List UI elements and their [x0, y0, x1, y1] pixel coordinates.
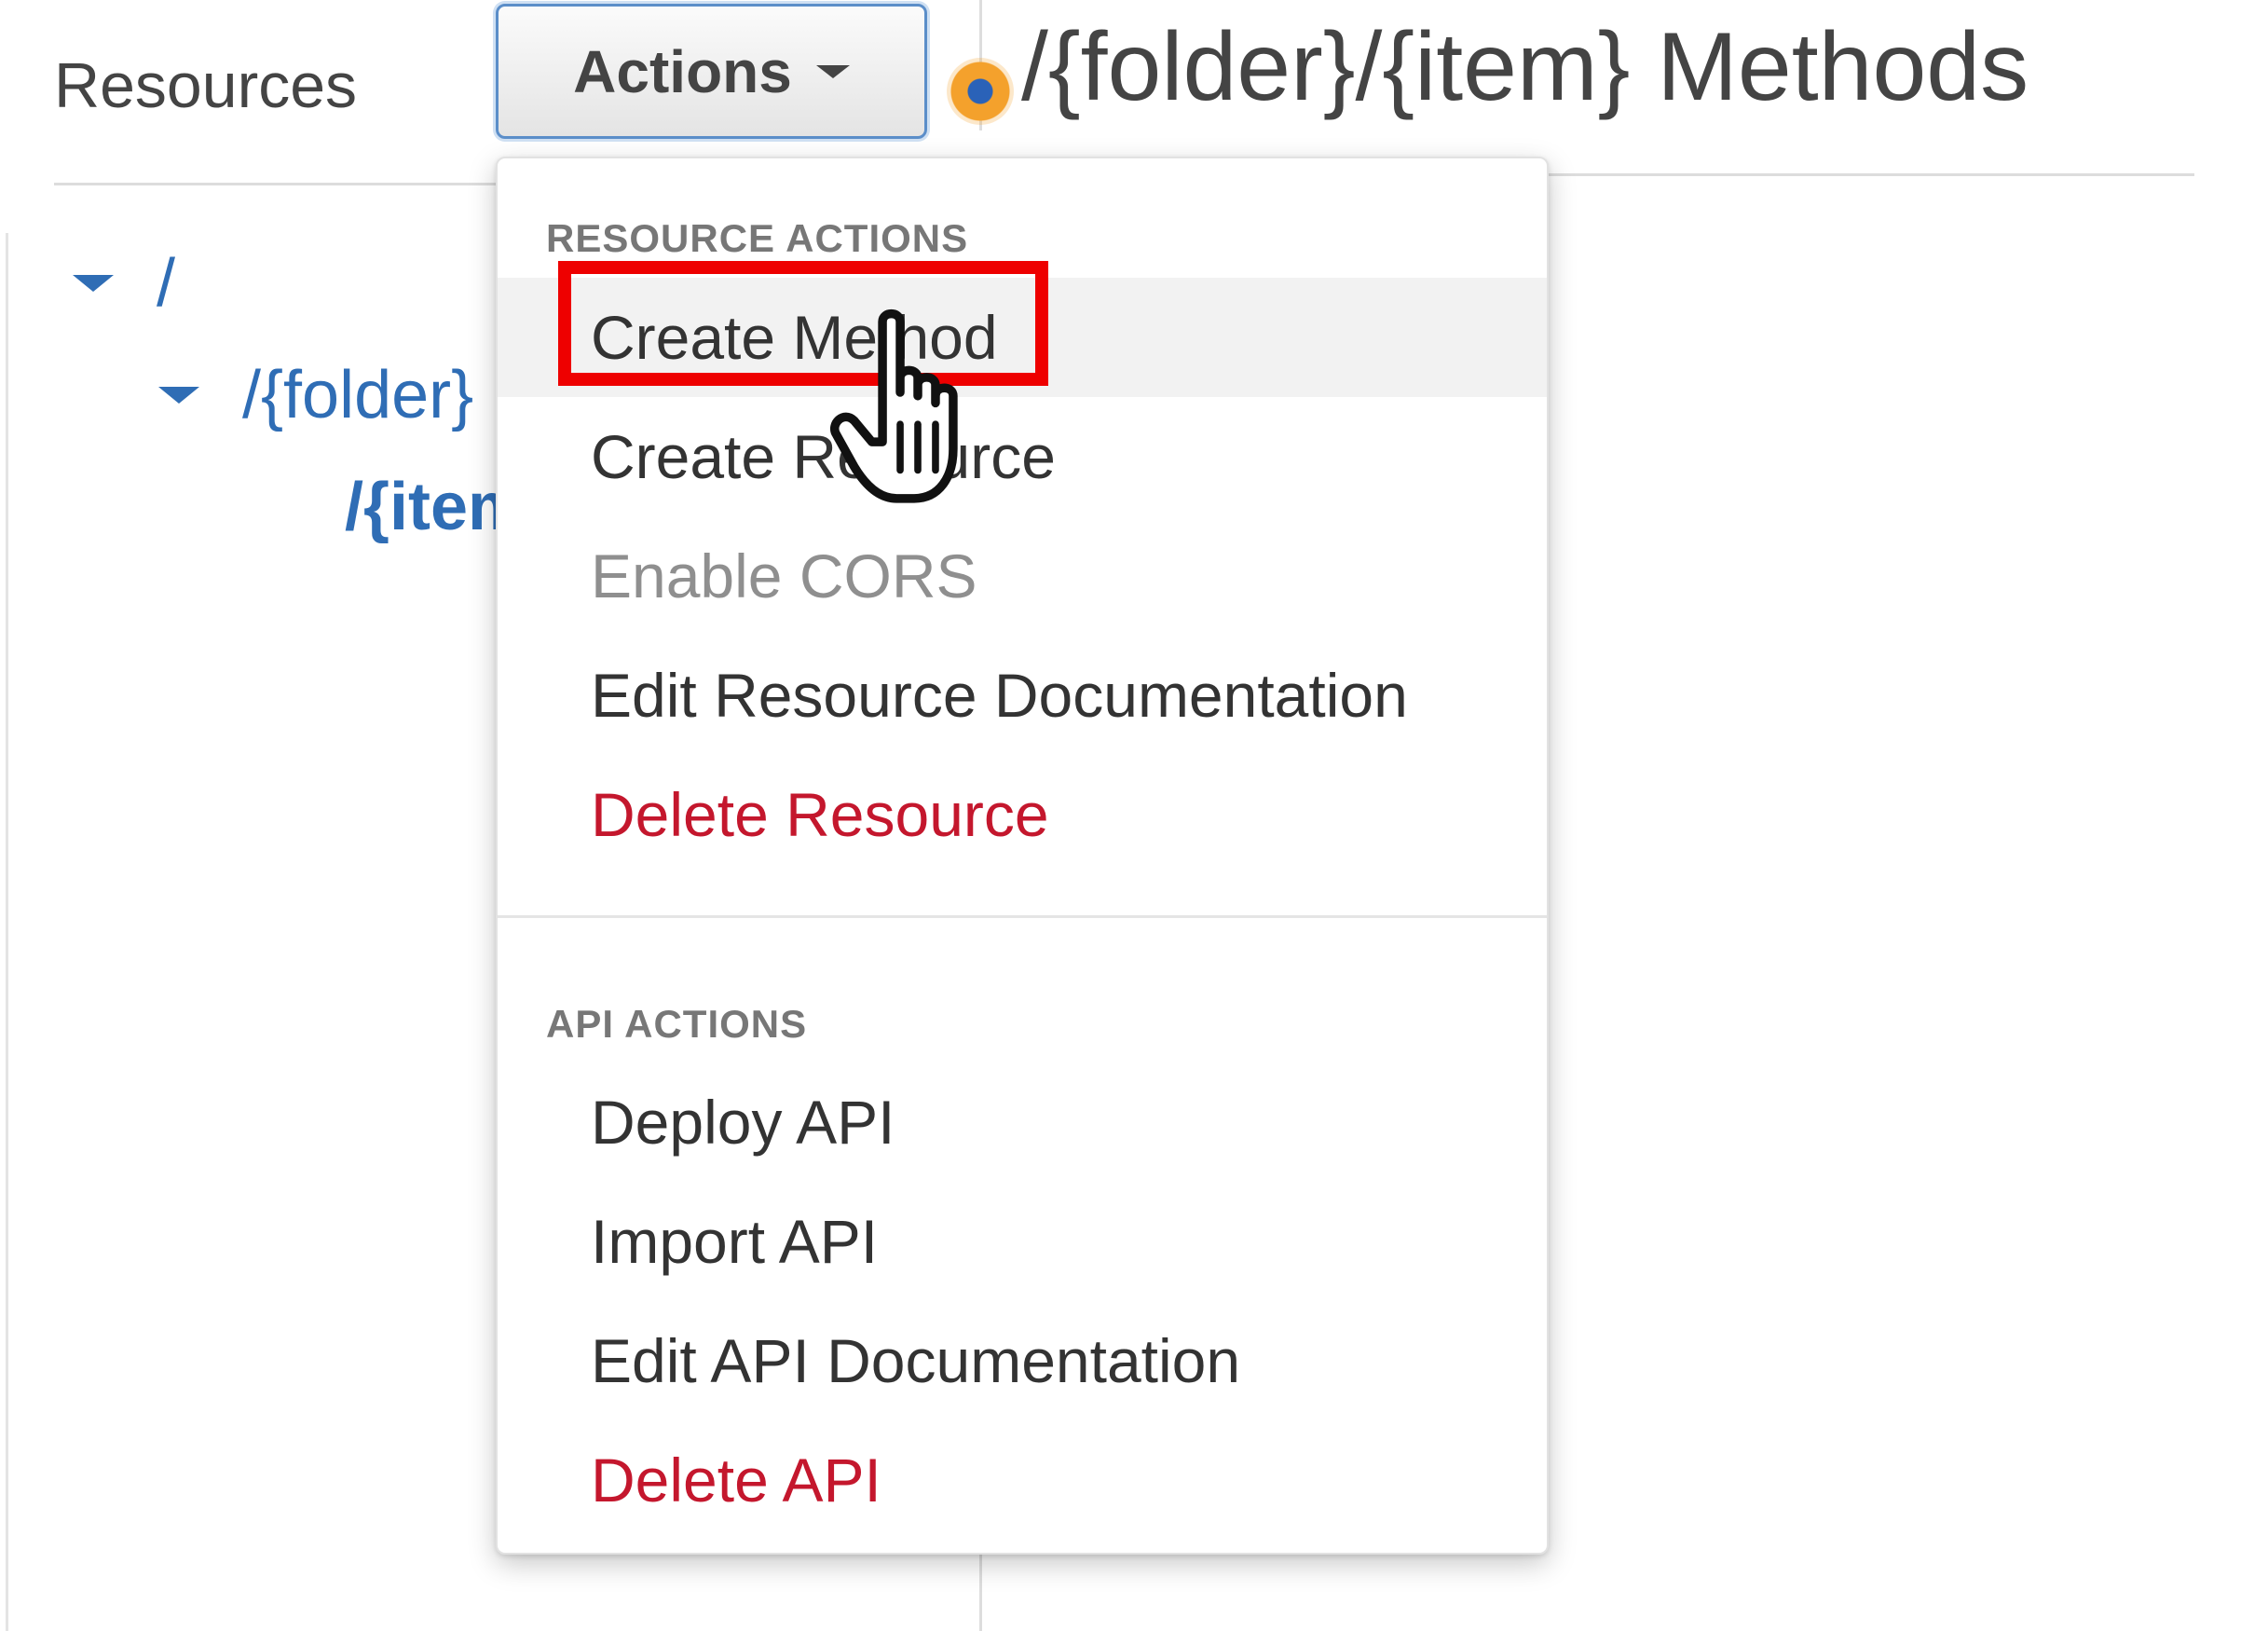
menu-section-header-api: API ACTIONS	[546, 1002, 808, 1046]
menu-item-enable-cors: Enable CORS	[498, 516, 1547, 636]
caret-down-icon	[815, 64, 850, 78]
actions-button-label: Actions	[573, 37, 792, 105]
menu-item-label: Edit Resource Documentation	[591, 661, 1408, 730]
actions-dropdown-button[interactable]: Actions	[496, 4, 927, 139]
menu-item-label: Delete API	[591, 1446, 881, 1514]
page-title: /{folder}/{item} Methods	[1021, 13, 2029, 121]
tree-item-label: /{folder}	[242, 358, 474, 432]
menu-section-header-resource: RESOURCE ACTIONS	[546, 216, 969, 260]
menu-item-create-resource[interactable]: Create Resource	[498, 397, 1547, 516]
api-gateway-resources-view: Resources / /{folder} /{item} Actions /{…	[0, 0, 2268, 1631]
status-dot-icon	[947, 58, 1014, 125]
menu-item-edit-resource-documentation[interactable]: Edit Resource Documentation	[498, 636, 1547, 755]
tree-item-root[interactable]: /	[73, 250, 175, 317]
menu-item-import-api[interactable]: Import API	[498, 1182, 1547, 1301]
menu-item-delete-api[interactable]: Delete API	[498, 1420, 1547, 1540]
tree-item-folder[interactable]: /{folder}	[158, 362, 473, 429]
menu-item-label: Edit API Documentation	[591, 1326, 1241, 1395]
menu-item-edit-api-documentation[interactable]: Edit API Documentation	[498, 1301, 1547, 1420]
resources-panel-title: Resources	[54, 50, 358, 121]
window-left-border	[6, 233, 8, 1631]
hand-pointer-icon	[830, 308, 958, 503]
triangle-down-icon[interactable]	[73, 275, 114, 292]
menu-item-label: Enable CORS	[591, 541, 977, 610]
tree-item-label: /	[157, 246, 176, 321]
menu-item-label: Import API	[591, 1207, 879, 1276]
menu-item-delete-resource[interactable]: Delete Resource	[498, 755, 1547, 874]
menu-item-label: Delete Resource	[591, 780, 1049, 849]
resources-panel-divider	[54, 183, 497, 185]
menu-divider	[498, 915, 1547, 918]
menu-item-deploy-api[interactable]: Deploy API	[498, 1062, 1547, 1182]
triangle-down-icon[interactable]	[158, 387, 199, 404]
menu-item-label: Deploy API	[591, 1088, 895, 1157]
